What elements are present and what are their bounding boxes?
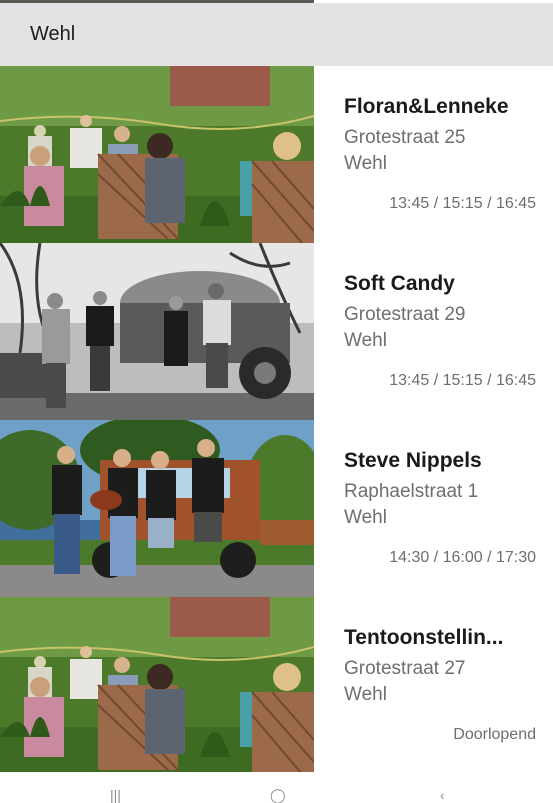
event-photo <box>0 420 314 597</box>
event-photo <box>0 597 314 774</box>
event-city: Wehl <box>344 684 387 705</box>
event-info: Floran&Lenneke Grotestraat 25 Wehl 13:45… <box>344 66 544 243</box>
header-bar: Wehl <box>0 3 553 66</box>
event-card[interactable]: Steve Nippels Raphaelstraat 1 Wehl 14:30… <box>0 420 553 597</box>
recent-apps-icon[interactable]: ||| <box>110 788 121 802</box>
back-icon[interactable]: ‹ <box>440 788 445 802</box>
event-name: Tentoonstellin... <box>344 626 504 649</box>
bottom-navigation-bar: ||| ◯ ‹ <box>0 772 553 802</box>
event-times: Doorlopend <box>453 726 536 743</box>
home-icon[interactable]: ◯ <box>270 788 286 802</box>
event-info: Tentoonstellin... Grotestraat 27 Wehl Do… <box>344 597 544 774</box>
event-times: 13:45 / 15:15 / 16:45 <box>389 195 536 212</box>
event-name: Soft Candy <box>344 272 455 295</box>
event-list: Floran&Lenneke Grotestraat 25 Wehl 13:45… <box>0 66 553 774</box>
event-photo <box>0 243 314 420</box>
event-info: Soft Candy Grotestraat 29 Wehl 13:45 / 1… <box>344 243 544 420</box>
event-street: Grotestraat 25 <box>344 127 466 148</box>
event-photo <box>0 66 314 243</box>
event-card[interactable]: Floran&Lenneke Grotestraat 25 Wehl 13:45… <box>0 66 553 243</box>
event-card[interactable]: Tentoonstellin... Grotestraat 27 Wehl Do… <box>0 597 553 774</box>
event-city: Wehl <box>344 153 387 174</box>
event-times: 14:30 / 16:00 / 17:30 <box>389 549 536 566</box>
page-title: Wehl <box>30 23 76 45</box>
event-city: Wehl <box>344 330 387 351</box>
event-street: Raphaelstraat 1 <box>344 481 479 502</box>
event-info: Steve Nippels Raphaelstraat 1 Wehl 14:30… <box>344 420 544 597</box>
event-times: 13:45 / 15:15 / 16:45 <box>389 372 536 389</box>
event-name: Floran&Lenneke <box>344 95 509 118</box>
event-name: Steve Nippels <box>344 449 482 472</box>
event-street: Grotestraat 29 <box>344 304 466 325</box>
event-city: Wehl <box>344 507 387 528</box>
event-card[interactable]: Soft Candy Grotestraat 29 Wehl 13:45 / 1… <box>0 243 553 420</box>
event-street: Grotestraat 27 <box>344 658 466 679</box>
